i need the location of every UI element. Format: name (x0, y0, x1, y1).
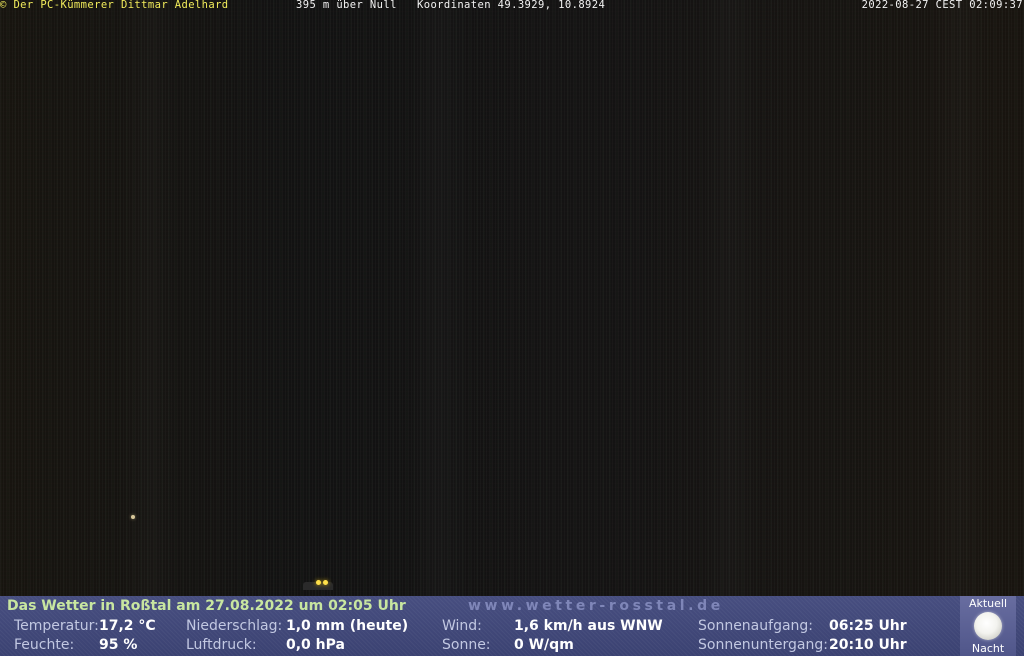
noise-band (930, 0, 990, 596)
pressure-value: 0,0 hPa (286, 637, 345, 653)
moon-phase-label: Nacht (971, 642, 1005, 655)
distant-light (131, 515, 135, 519)
cam-elevation: 395 m über Null (296, 0, 397, 11)
sun-value: 0 W/qm (514, 637, 574, 653)
full-moon-icon (974, 612, 1002, 640)
wind-value: 1,6 km/h aus WNW (514, 618, 663, 634)
sun-label: Sonne: (442, 637, 491, 653)
temperature-label: Temperatur: (14, 618, 99, 634)
noise-band (120, 0, 180, 596)
car-headlight-left (316, 580, 321, 585)
cam-credit: © Der PC-Kümmerer Dittmar Adelhard (0, 0, 229, 11)
temperature-value: 17,2 °C (99, 618, 156, 634)
cam-location-info: 395 m über Null Koordinaten 49.3929, 10.… (296, 0, 605, 11)
wind-label: Wind: (442, 618, 482, 634)
noise-band (410, 0, 470, 596)
weather-panel: Das Wetter in Roßtal am 27.08.2022 um 02… (0, 596, 1024, 656)
humidity-value: 95 % (99, 637, 138, 653)
cam-timestamp: 2022-08-27 CEST 02:09:37 (861, 0, 1023, 11)
sunset-label: Sonnenuntergang: (698, 637, 828, 653)
precipitation-value: 1,0 mm (heute) (286, 618, 409, 634)
sunrise-value: 06:25 Uhr (829, 618, 907, 634)
moon-phase-caption: Aktuell (968, 597, 1008, 610)
car-headlight-right (323, 580, 328, 585)
pressure-label: Luftdruck: (186, 637, 257, 653)
noise-band (700, 0, 760, 596)
sunrise-label: Sonnenaufgang: (698, 618, 814, 634)
humidity-label: Feuchte: (14, 637, 75, 653)
precipitation-label: Niederschlag: (186, 618, 283, 634)
webcam-image: © Der PC-Kümmerer Dittmar Adelhard 395 m… (0, 0, 1024, 596)
weather-title: Das Wetter in Roßtal am 27.08.2022 um 02… (7, 598, 406, 614)
cam-coordinates: Koordinaten 49.3929, 10.8924 (417, 0, 606, 11)
weather-website-link[interactable]: www.wetter-rosstal.de (468, 598, 724, 614)
moon-phase-box: Aktuell Nacht (960, 596, 1016, 656)
sunset-value: 20:10 Uhr (829, 637, 907, 653)
